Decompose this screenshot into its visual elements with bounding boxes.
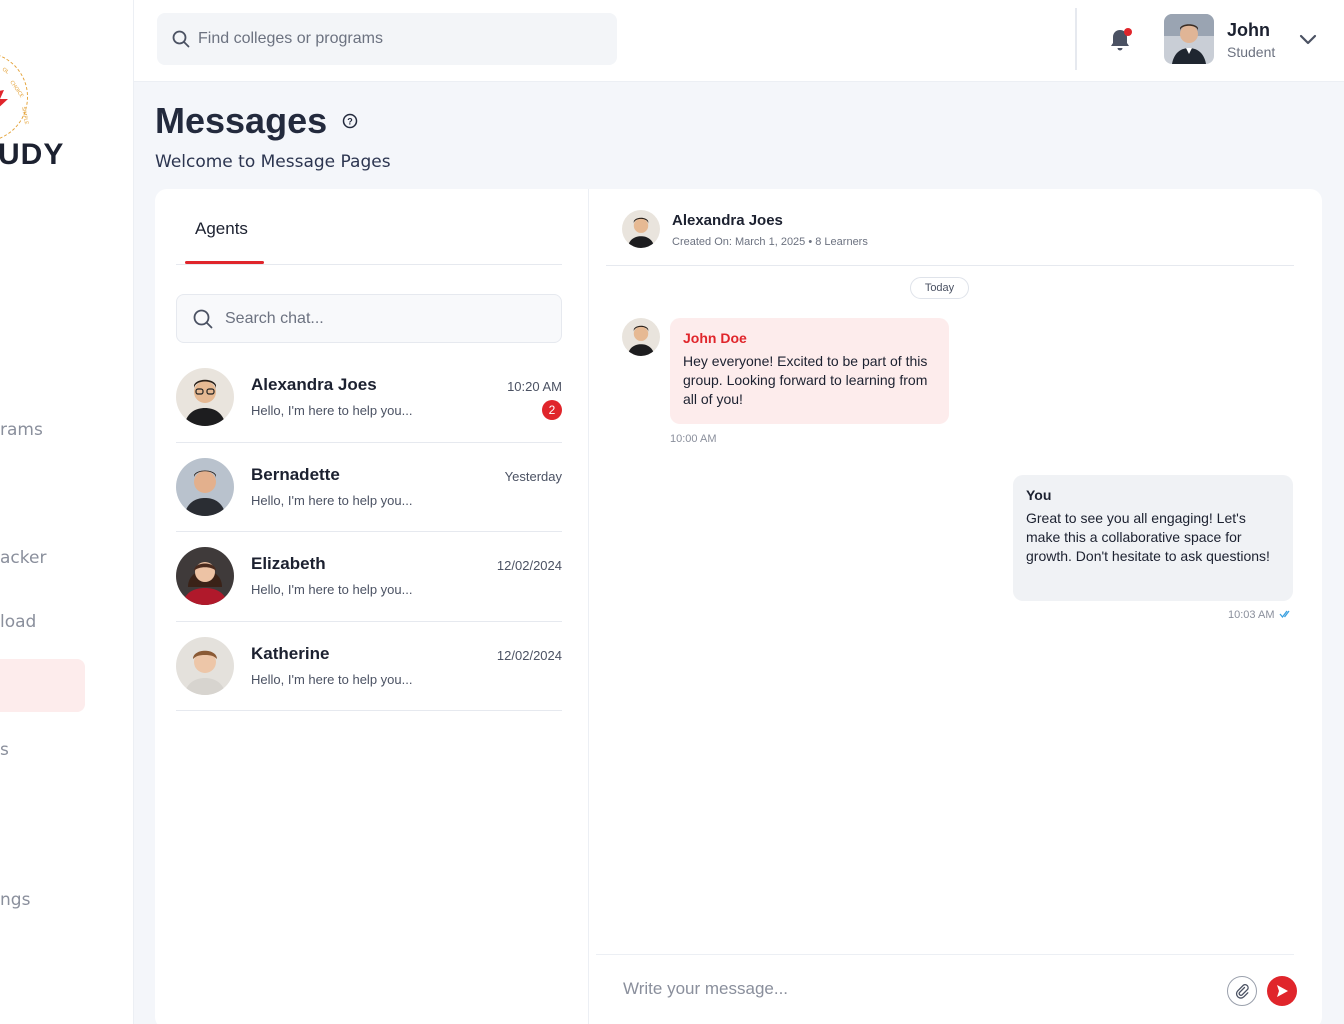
conversation-time: 12/02/2024 xyxy=(496,647,562,663)
notifications-button[interactable] xyxy=(1106,26,1134,54)
logo-star-icon xyxy=(0,90,8,107)
avatar-bernadette-icon xyxy=(176,457,234,516)
double-check-icon xyxy=(1279,610,1290,619)
avatar-alexandra-icon xyxy=(622,210,660,248)
global-search-input[interactable] xyxy=(198,30,598,48)
conversation-name: Elizabeth xyxy=(251,554,326,573)
sidebar: OL CHOICE SIMPLE UDY rams acker load s n… xyxy=(0,0,134,1024)
conversation-name: Alexandra Joes xyxy=(251,375,377,394)
svg-text:?: ? xyxy=(347,117,353,127)
conversation-preview: Hello, I'm here to help you... xyxy=(251,403,413,418)
conversation-item-alexandra[interactable]: Alexandra Joes Hello, I'm here to help y… xyxy=(176,353,562,443)
panel-divider xyxy=(588,189,589,1024)
avatar-elizabeth-icon xyxy=(176,547,234,605)
svg-text:SIMPLE: SIMPLE xyxy=(20,106,29,125)
avatar-john-doe-icon xyxy=(622,318,660,356)
user-name: John xyxy=(1227,20,1270,40)
conversation-item-bernadette[interactable]: Bernadette Hello, I'm here to help you..… xyxy=(176,443,562,532)
avatar-alexandra-icon xyxy=(176,368,234,426)
message-text: Hey everyone! Excited to be part of this… xyxy=(683,353,928,407)
conversation-item-elizabeth[interactable]: Elizabeth Hello, I'm here to help you...… xyxy=(176,532,562,622)
messages-panel: Agents Alexandra Joes Hello, I'm here t xyxy=(155,189,1322,1024)
avatar-katherine-icon xyxy=(176,636,234,695)
send-button[interactable] xyxy=(1267,976,1297,1006)
header-divider xyxy=(1075,8,1077,70)
conversation-preview: Hello, I'm here to help you... xyxy=(251,582,413,597)
top-header: John Student xyxy=(134,0,1344,82)
attach-button[interactable] xyxy=(1227,976,1257,1006)
conversation-name: Bernadette xyxy=(251,464,340,484)
sidebar-item-settings[interactable]: ngs xyxy=(0,890,30,910)
svg-text:OL: OL xyxy=(1,67,10,76)
tab-bar-divider xyxy=(176,264,562,265)
notification-dot xyxy=(1124,28,1132,36)
sidebar-item-s[interactable]: s xyxy=(0,740,9,760)
conversation-name: Katherine xyxy=(251,643,330,663)
chat-header-divider xyxy=(606,265,1294,266)
unread-badge: 2 xyxy=(542,400,562,420)
svg-text:CHOICE: CHOICE xyxy=(8,80,24,99)
message-time: 10:00 AM xyxy=(670,433,717,445)
sidebar-item-messages-active[interactable] xyxy=(0,659,85,712)
chevron-down-icon[interactable] xyxy=(1297,28,1319,50)
global-search[interactable] xyxy=(157,13,617,65)
chat-header-avatar xyxy=(622,210,660,248)
message-sender: You xyxy=(1026,487,1052,503)
sidebar-item-upload[interactable]: load xyxy=(0,612,36,632)
message-outgoing: You Great to see you all engaging! Let's… xyxy=(1013,475,1293,601)
page-subtitle: Welcome to Message Pages xyxy=(155,152,391,172)
message-text: Great to see you all engaging! Let's mak… xyxy=(1026,510,1270,564)
conversation-preview: Hello, I'm here to help you... xyxy=(251,671,413,687)
logo-wordmark: UDY xyxy=(0,138,65,171)
chat-meta: Created On: March 1, 2025 • 8 Learners xyxy=(672,236,868,248)
send-icon xyxy=(1277,985,1288,997)
tab-agents[interactable]: Agents xyxy=(195,219,248,239)
message-time: 10:03 AM xyxy=(1228,609,1275,621)
search-icon xyxy=(193,309,213,328)
user-avatar[interactable] xyxy=(1164,14,1214,64)
paperclip-icon xyxy=(1235,984,1249,999)
chat-search-input[interactable] xyxy=(225,309,545,328)
day-separator: Today xyxy=(910,277,969,299)
sidebar-item-tracker[interactable]: acker xyxy=(0,548,46,568)
user-role: Student xyxy=(1227,44,1276,60)
conversation-item-katherine[interactable]: Katherine Hello, I'm here to help you...… xyxy=(176,622,562,711)
conversation-time: Yesterday xyxy=(504,468,562,484)
conversation-list: Alexandra Joes Hello, I'm here to help y… xyxy=(176,353,562,711)
help-icon[interactable]: ? xyxy=(342,113,358,129)
composer-divider xyxy=(596,954,1294,955)
avatar xyxy=(176,547,234,605)
message-avatar xyxy=(622,318,660,356)
avatar xyxy=(176,457,234,516)
conversation-time: 10:20 AM xyxy=(507,379,562,394)
search-icon xyxy=(172,30,190,48)
page-title: Messages xyxy=(155,100,328,141)
chat-title: Alexandra Joes xyxy=(672,212,783,229)
conversation-time: 12/02/2024 xyxy=(496,558,562,573)
avatar xyxy=(176,368,234,426)
message-input[interactable] xyxy=(623,979,1183,999)
avatar xyxy=(176,636,234,695)
chat-search[interactable] xyxy=(176,294,562,343)
message-sender: John Doe xyxy=(683,330,747,346)
message-incoming: John Doe Hey everyone! Excited to be par… xyxy=(670,318,949,424)
avatar-john-icon xyxy=(1164,14,1214,64)
conversation-preview: Hello, I'm here to help you... xyxy=(251,492,413,508)
sidebar-item-programs[interactable]: rams xyxy=(0,420,43,440)
